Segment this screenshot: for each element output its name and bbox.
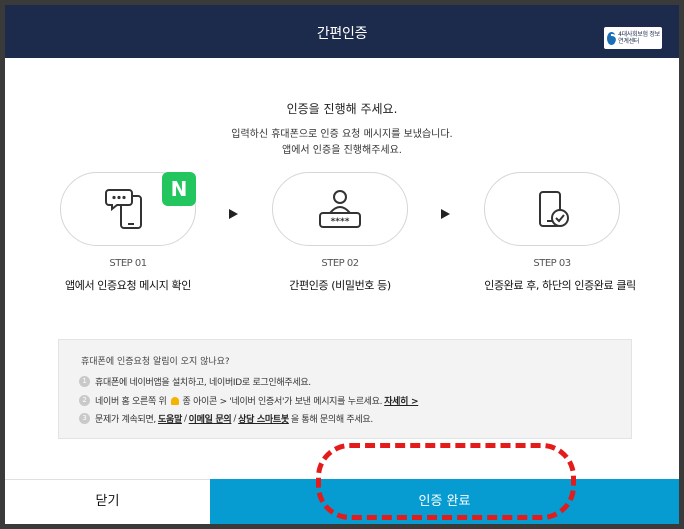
- svg-text:****: ****: [331, 217, 350, 227]
- intro-line-3: 앱에서 인증을 진행해주세요.: [282, 145, 402, 156]
- step-arrow-icon: [229, 209, 238, 219]
- user-password-icon: ****: [319, 190, 361, 228]
- step-2-label: STEP 02: [321, 258, 359, 269]
- phone-chat-icon: [105, 189, 142, 229]
- step-3-label: STEP 03: [533, 258, 571, 269]
- complete-auth-button[interactable]: 인증 완료: [210, 479, 679, 524]
- item-number: 2: [79, 395, 90, 406]
- step-1-label: STEP 01: [109, 258, 147, 269]
- agency-logo-text: 4대사회보험 정보연계센터: [618, 31, 660, 45]
- details-link[interactable]: 자세히 >: [384, 394, 418, 407]
- step-2-desc: 간편인증 (비밀번호 등): [289, 279, 391, 292]
- agency-logo-icon: [607, 31, 619, 47]
- chatbot-link[interactable]: 상담 스마트봇: [238, 412, 289, 425]
- notice-item-text: 휴대폰에 네이버앱을 설치하고, 네이버ID로 로그인해주세요.: [95, 378, 311, 388]
- notice-item-text: 을 통해 문의해 주세요.: [290, 415, 373, 425]
- dialog-title: 간편인증: [316, 26, 368, 42]
- step-3-desc: 인증완료 후, 하단의 인증완료 클릭: [484, 279, 636, 292]
- item-number: 1: [79, 376, 90, 387]
- close-button[interactable]: 닫기: [5, 479, 210, 524]
- step-arrow-icon: [441, 209, 450, 219]
- notice-item-1: 1 휴대폰에 네이버앱을 설치하고, 네이버ID로 로그인해주세요.: [79, 375, 311, 388]
- notice-item-2: 2 네이버 홈 오른쪽 위 종 아이콘 > '네이버 인증서'가 보낸 메시지를…: [79, 394, 420, 407]
- notice-item-3: 3 문제가 계속되면, 도움말 / 이메일 문의 / 상담 스마트봇 을 통해 …: [79, 412, 373, 425]
- notice-item-text: 종 아이콘 > '네이버 인증서'가 보낸 메시지를 누르세요.: [182, 397, 383, 407]
- notice-item-text: 네이버 홈 오른쪽 위: [95, 397, 167, 407]
- notice-question: 휴대폰에 인증요청 알림이 오지 않나요?: [81, 357, 230, 367]
- bell-icon: [170, 396, 179, 405]
- agency-logo: 4대사회보험 정보연계센터: [604, 27, 662, 49]
- dialog-header: 간편인증 4대사회보험 정보연계센터: [5, 5, 679, 58]
- step-2-card: ****: [272, 172, 408, 246]
- intro-line-2: 입력하신 휴대폰으로 인증 요청 메시지를 보냈습니다.: [231, 129, 453, 140]
- notice-item-text: 문제가 계속되면,: [95, 415, 156, 425]
- step-3-card: [484, 172, 620, 246]
- item-number: 3: [79, 413, 90, 424]
- email-inquiry-link[interactable]: 이메일 문의: [189, 412, 232, 425]
- intro-heading: 인증을 진행해 주세요.: [286, 102, 398, 116]
- naver-badge: N: [162, 172, 196, 206]
- help-link[interactable]: 도움말: [158, 412, 182, 425]
- step-1-desc: 앱에서 인증요청 메시지 확인: [65, 279, 191, 292]
- help-notice: 휴대폰에 인증요청 알림이 오지 않나요? 1 휴대폰에 네이버앱을 설치하고,…: [58, 339, 632, 439]
- phone-check-icon: [539, 191, 569, 227]
- link-separator: /: [233, 413, 237, 424]
- link-separator: /: [183, 413, 187, 424]
